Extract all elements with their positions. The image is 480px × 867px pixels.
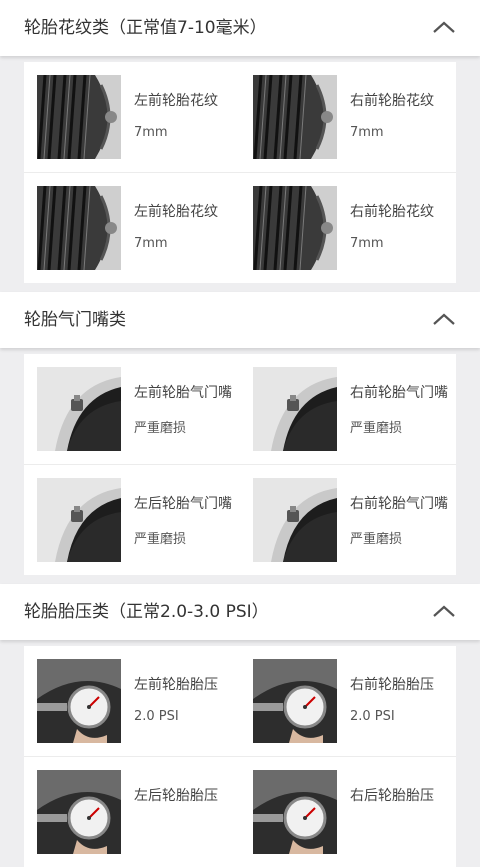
list-row: 左后轮胎气门嘴 严重磨损 右前轮胎气门嘴 严重磨损: [24, 465, 456, 575]
section-pressure: 轮胎胎压类（正常2.0-3.0 PSI） 左前轮胎胎压 2.0 PSI 右前轮胎…: [0, 584, 480, 867]
item-label: 左前轮胎胎压: [134, 677, 218, 693]
list-item[interactable]: 右前轮胎胎压 2.0 PSI: [240, 646, 456, 756]
list-item[interactable]: 右前轮胎气门嘴 严重磨损: [240, 354, 456, 464]
tire-valve-image: [37, 478, 121, 562]
tire-tread-image: [37, 75, 121, 159]
list-item[interactable]: 左前轮胎胎压 2.0 PSI: [24, 646, 240, 756]
section-title: 轮胎花纹类（正常值7-10毫米）: [24, 18, 267, 38]
list-row: 左前轮胎花纹 7mm 右前轮胎花纹 7mm: [24, 173, 456, 283]
item-value: 严重磨损: [350, 532, 403, 547]
list-item[interactable]: 右前轮胎气门嘴 严重磨损: [240, 465, 456, 575]
list-row: 左前轮胎花纹 7mm 右前轮胎花纹 7mm: [24, 62, 456, 173]
tire-pressure-gauge-image: [37, 770, 121, 854]
list-row: 左后轮胎胎压 右后轮胎胎压: [24, 757, 456, 867]
tire-tread-image: [253, 75, 337, 159]
list-item[interactable]: 左后轮胎胎压: [24, 757, 240, 867]
chevron-up-icon[interactable]: [432, 20, 456, 34]
section-card: 左前轮胎气门嘴 严重磨损 右前轮胎气门嘴 严重磨损 左后轮胎气门嘴 严重磨损 右…: [24, 354, 456, 575]
section-header-pressure[interactable]: 轮胎胎压类（正常2.0-3.0 PSI）: [0, 584, 480, 640]
tire-pressure-gauge-image: [253, 659, 337, 743]
section-card: 左前轮胎胎压 2.0 PSI 右前轮胎胎压 2.0 PSI 左后轮胎胎压 右后轮…: [24, 646, 456, 867]
item-value: 7mm: [350, 125, 384, 140]
item-label: 右前轮胎气门嘴: [350, 385, 448, 401]
item-label: 左前轮胎气门嘴: [134, 385, 232, 401]
list-item[interactable]: 左后轮胎气门嘴 严重磨损: [24, 465, 240, 575]
item-label: 左后轮胎气门嘴: [134, 496, 232, 512]
item-value: 严重磨损: [134, 532, 187, 547]
item-label: 右前轮胎花纹: [350, 204, 434, 220]
tire-pressure-gauge-image: [253, 770, 337, 854]
item-value: 7mm: [134, 125, 168, 140]
section-header-tread[interactable]: 轮胎花纹类（正常值7-10毫米）: [0, 0, 480, 56]
list-row: 左前轮胎胎压 2.0 PSI 右前轮胎胎压 2.0 PSI: [24, 646, 456, 757]
list-item[interactable]: 左前轮胎气门嘴 严重磨损: [24, 354, 240, 464]
list-row: 左前轮胎气门嘴 严重磨损 右前轮胎气门嘴 严重磨损: [24, 354, 456, 465]
chevron-up-icon[interactable]: [432, 312, 456, 326]
section-title: 轮胎胎压类（正常2.0-3.0 PSI）: [24, 602, 269, 622]
list-item[interactable]: 左前轮胎花纹 7mm: [24, 62, 240, 172]
chevron-up-icon[interactable]: [432, 604, 456, 618]
item-label: 左后轮胎胎压: [134, 788, 218, 804]
item-label: 左前轮胎花纹: [134, 93, 218, 109]
item-value: 2.0 PSI: [134, 709, 179, 724]
tire-tread-image: [37, 186, 121, 270]
item-value: 2.0 PSI: [350, 709, 395, 724]
item-label: 右后轮胎胎压: [350, 788, 434, 804]
item-value: 严重磨损: [134, 421, 187, 436]
section-valve: 轮胎气门嘴类 左前轮胎气门嘴 严重磨损 右前轮胎气门嘴 严重磨损 左后轮胎气门嘴…: [0, 292, 480, 575]
list-item[interactable]: 左前轮胎花纹 7mm: [24, 173, 240, 283]
tire-tread-image: [253, 186, 337, 270]
tire-valve-image: [253, 367, 337, 451]
list-item[interactable]: 右前轮胎花纹 7mm: [240, 62, 456, 172]
item-value: 7mm: [134, 236, 168, 251]
section-title: 轮胎气门嘴类: [24, 310, 126, 330]
list-item[interactable]: 右前轮胎花纹 7mm: [240, 173, 456, 283]
tire-valve-image: [253, 478, 337, 562]
item-label: 右前轮胎花纹: [350, 93, 434, 109]
item-value: 7mm: [350, 236, 384, 251]
tire-pressure-gauge-image: [37, 659, 121, 743]
section-tread: 轮胎花纹类（正常值7-10毫米） 左前轮胎花纹 7mm 右前轮胎花纹 7mm 左…: [0, 0, 480, 283]
section-card: 左前轮胎花纹 7mm 右前轮胎花纹 7mm 左前轮胎花纹 7mm 右前轮胎花纹 …: [24, 62, 456, 283]
tire-valve-image: [37, 367, 121, 451]
item-label: 左前轮胎花纹: [134, 204, 218, 220]
item-label: 右前轮胎胎压: [350, 677, 434, 693]
section-header-valve[interactable]: 轮胎气门嘴类: [0, 292, 480, 348]
item-label: 右前轮胎气门嘴: [350, 496, 448, 512]
list-item[interactable]: 右后轮胎胎压: [240, 757, 456, 867]
item-value: 严重磨损: [350, 421, 403, 436]
